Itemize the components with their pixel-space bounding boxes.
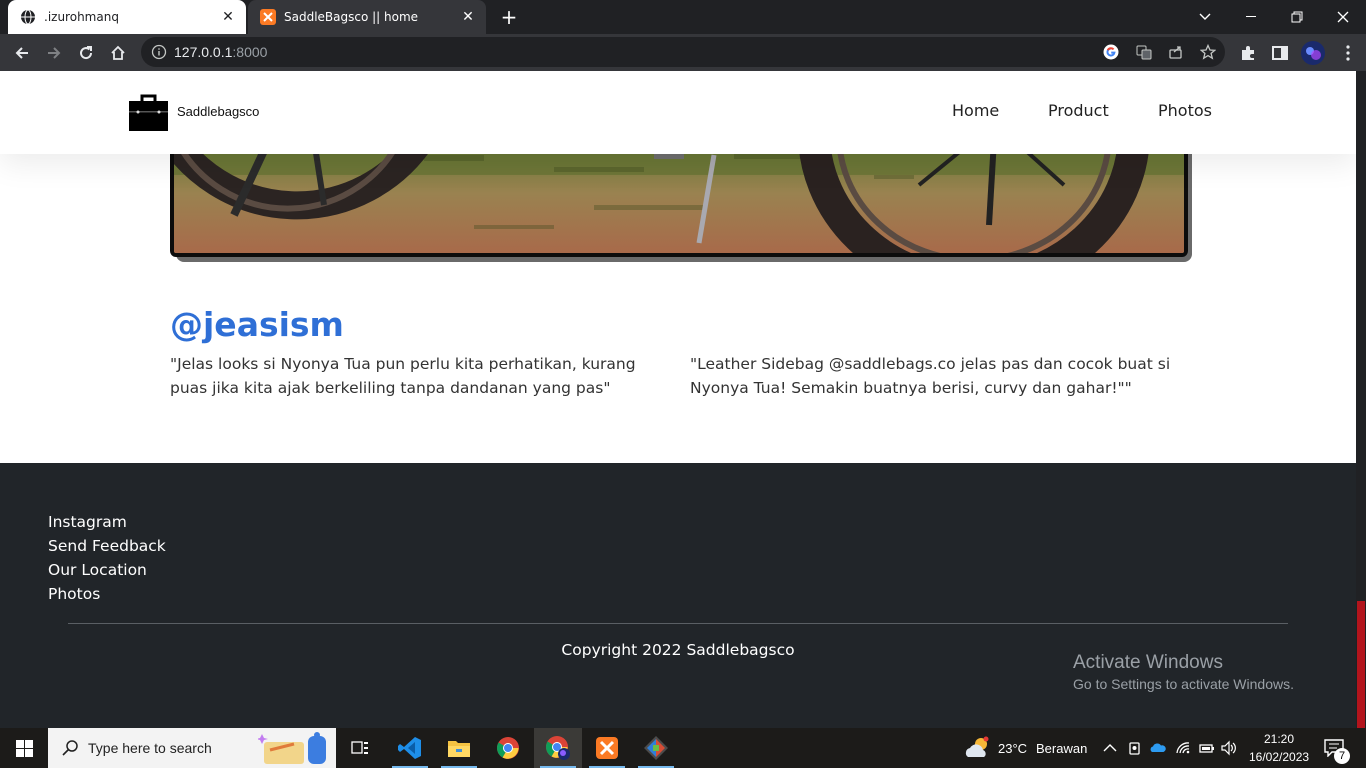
site-info-icon[interactable] — [151, 44, 167, 60]
taskbar-file-explorer[interactable] — [435, 728, 483, 768]
footer-photos-link[interactable]: Photos — [48, 585, 100, 603]
url-text[interactable]: 127.0.0.1:8000 — [174, 44, 267, 60]
testimonial-handle: @jeasism — [170, 305, 344, 344]
taskbar-chrome-profile[interactable] — [534, 728, 582, 768]
forward-button[interactable] — [40, 39, 68, 67]
side-panel-icon[interactable] — [1271, 44, 1289, 62]
taskbar-xampp[interactable] — [583, 728, 631, 768]
reload-icon — [80, 46, 93, 60]
brand-name[interactable]: Saddlebagsco — [177, 104, 259, 119]
testimonial-quote-right: "Leather Sidebag @saddlebags.co jelas pa… — [690, 355, 1171, 397]
close-tab-icon[interactable]: ✕ — [218, 7, 238, 27]
notification-center-button[interactable]: 7 — [1318, 728, 1366, 768]
vscode-icon — [398, 737, 421, 759]
nav-home-link[interactable]: Home — [952, 101, 999, 120]
footer-instagram-link[interactable]: Instagram — [48, 513, 127, 531]
footer-divider — [68, 623, 1288, 624]
task-view-icon — [351, 741, 368, 754]
search-icon — [62, 740, 78, 756]
minimize-button[interactable] — [1228, 0, 1274, 34]
chrome-icon — [497, 737, 519, 759]
url-host: 127.0.0.1 — [174, 44, 233, 60]
chrome-menu-icon[interactable] — [1339, 44, 1357, 62]
restore-button[interactable] — [1274, 0, 1320, 34]
footer-our-location-link[interactable]: Our Location — [48, 561, 147, 579]
address-bar[interactable]: 127.0.0.1:8000 — [141, 37, 1225, 67]
page-scrollbar[interactable] — [1356, 71, 1366, 728]
taskbar-search-box[interactable]: Type here to search — [48, 728, 336, 768]
search-placeholder: Type here to search — [88, 740, 212, 756]
meet-now-camera-icon[interactable] — [1127, 740, 1143, 756]
clock-time[interactable]: 21:20 — [1264, 732, 1294, 746]
share-icon[interactable] — [1168, 44, 1184, 60]
tab-title: .izurohmanq — [44, 10, 119, 24]
google-lens-icon[interactable] — [1103, 44, 1119, 60]
windows-logo-icon — [15, 739, 33, 757]
tab-izurohmanq[interactable]: .izurohmanq ✕ — [8, 0, 246, 34]
url-port: :8000 — [232, 44, 268, 60]
home-button[interactable] — [104, 39, 132, 67]
tab-search-chevron-icon[interactable] — [1182, 0, 1228, 34]
volume-speaker-icon[interactable] — [1221, 740, 1237, 756]
back-arrow-icon — [15, 47, 28, 59]
bookmark-star-icon[interactable] — [1200, 44, 1216, 60]
xampp-icon — [596, 737, 618, 759]
motorcycle-photo-image — [174, 145, 1184, 253]
testimonial-quote-left: "Jelas looks si Nyonya Tua pun perlu kit… — [170, 355, 636, 397]
weather-description[interactable]: Berawan — [1036, 741, 1087, 756]
translate-icon[interactable] — [1136, 44, 1152, 60]
onedrive-cloud-icon[interactable] — [1150, 740, 1166, 756]
browser-tab-strip: .izurohmanq ✕ SaddleBagsco || home ✕ + — [0, 0, 1366, 34]
chrome-profile-icon — [546, 736, 570, 760]
close-tab-icon[interactable]: ✕ — [458, 7, 478, 27]
windows-taskbar: Type here to search 23°C Berawan 21:20 1… — [0, 728, 1366, 768]
profile-avatar[interactable] — [1301, 41, 1325, 65]
globe-icon — [21, 9, 35, 25]
tab-saddlebagsco-home[interactable]: SaddleBagsco || home ✕ — [248, 0, 486, 34]
git-diamond-icon — [644, 736, 668, 760]
briefcase-logo-icon[interactable] — [129, 93, 168, 131]
weather-partly-cloudy-icon[interactable] — [964, 735, 992, 761]
clock-date[interactable]: 16/02/2023 — [1249, 750, 1309, 764]
site-header: Saddlebagsco Home Product Photos — [0, 71, 1356, 154]
taskbar-git-app[interactable] — [632, 728, 680, 768]
home-icon — [111, 45, 125, 60]
reload-button[interactable] — [72, 39, 100, 67]
footer-send-feedback-link[interactable]: Send Feedback — [48, 537, 166, 555]
show-hidden-icons-chevron-up-icon[interactable] — [1102, 740, 1118, 756]
activate-windows-subtitle: Go to Settings to activate Windows. — [1073, 676, 1294, 692]
site-footer: Instagram Send Feedback Our Location Pho… — [0, 463, 1356, 728]
nav-product-link[interactable]: Product — [1048, 101, 1109, 120]
file-explorer-icon — [448, 741, 470, 757]
start-button[interactable] — [0, 728, 48, 768]
featured-motorcycle-photo — [170, 141, 1188, 257]
task-view-button[interactable] — [336, 728, 384, 768]
scrollbar-thumb[interactable] — [1357, 601, 1365, 728]
activate-windows-title: Activate Windows — [1073, 652, 1223, 673]
taskbar-vscode[interactable] — [386, 728, 434, 768]
network-wifi-icon[interactable] — [1176, 740, 1192, 756]
extensions-puzzle-icon[interactable] — [1239, 44, 1257, 62]
browser-toolbar: 127.0.0.1:8000 — [0, 34, 1366, 71]
notification-count-badge: 7 — [1334, 748, 1350, 764]
new-tab-button[interactable]: + — [497, 5, 521, 29]
search-highlight-illustration-icon — [258, 732, 326, 764]
battery-icon[interactable] — [1199, 740, 1215, 756]
weather-temperature[interactable]: 23°C — [998, 741, 1027, 756]
xampp-favicon-icon — [260, 9, 276, 25]
back-button[interactable] — [8, 39, 36, 67]
tab-title: SaddleBagsco || home — [284, 10, 419, 24]
nav-photos-link[interactable]: Photos — [1158, 101, 1212, 120]
close-window-button[interactable] — [1320, 0, 1366, 34]
forward-arrow-icon — [48, 47, 61, 59]
taskbar-chrome[interactable] — [484, 728, 532, 768]
page-viewport: Saddlebagsco Home Product Photos @jeasis… — [0, 71, 1356, 728]
